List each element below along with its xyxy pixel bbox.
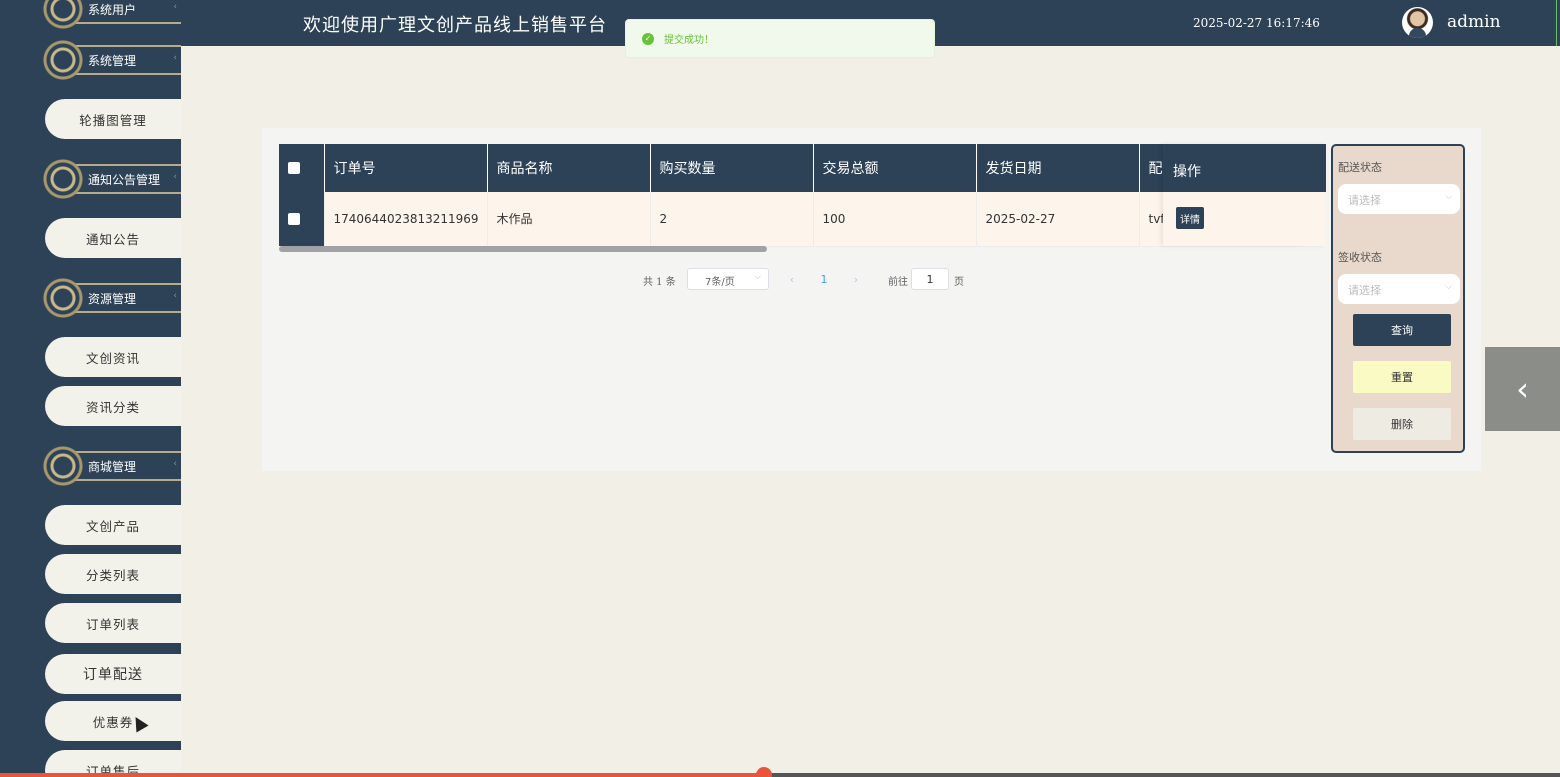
sign-status-select[interactable]: 请选择 ⌵	[1338, 274, 1460, 304]
window-edge	[1556, 0, 1560, 46]
col-ship-date: 发货日期	[976, 144, 1140, 192]
sidebar-item-carousel[interactable]: 轮播图管理	[45, 99, 181, 139]
sidebar-group-notice-management[interactable]: 通知公告管理 ‹	[40, 158, 181, 200]
sidebar-group-system-management[interactable]: 系统管理 ‹	[40, 39, 181, 81]
sidebar-group-system-users[interactable]: 系统用户 ‹	[40, 0, 181, 30]
goto-page-input[interactable]: 1	[911, 268, 949, 290]
reset-button[interactable]: 重置	[1353, 361, 1451, 393]
success-toast: ✓ 提交成功！	[625, 19, 935, 58]
col-total: 交易总额	[813, 144, 977, 192]
delivery-status-select[interactable]: 请选择 ⌵	[1338, 184, 1460, 214]
cell-ship-date: 2025-02-27	[976, 192, 1140, 247]
sidebar-item-products[interactable]: 文创产品	[45, 505, 181, 545]
col-product-name: 商品名称	[487, 144, 651, 192]
progress-fill	[0, 773, 765, 777]
page-title: 欢迎使用广理文创产品线上销售平台	[303, 15, 607, 36]
select-placeholder: 请选择	[1348, 284, 1381, 297]
select-placeholder: 请选择	[1348, 194, 1381, 207]
sidebar-group-label: 商城管理	[88, 460, 137, 474]
cell-order-no: 1740644023813211969	[324, 192, 488, 247]
sidebar-item-order-delivery[interactable]: 订单配送	[45, 654, 181, 694]
sidebar: 系统用户 ‹ 系统管理 ‹ 轮播图管理 通知公告管理 ‹ 通知公告 资源管理 ‹…	[0, 0, 181, 777]
chevron-icon: ‹	[173, 459, 177, 469]
collapse-panel-button[interactable]: ‹	[1485, 347, 1560, 431]
ornament-icon	[40, 445, 86, 487]
ornament-icon	[40, 158, 86, 200]
ornament-icon	[40, 277, 86, 319]
sidebar-item-coupon[interactable]: 优惠券	[45, 701, 181, 741]
cell-product: 木作品	[487, 192, 651, 247]
col-order-no: 订单号	[324, 144, 488, 192]
chevron-down-icon: ⌵	[1445, 282, 1452, 292]
sidebar-item-news-category[interactable]: 资讯分类	[45, 386, 181, 426]
datetime-display: 2025-02-27 16:17:46	[1193, 16, 1320, 30]
page-number[interactable]: 1	[813, 268, 835, 290]
chevron-down-icon: ⌵	[1445, 192, 1452, 202]
delete-button[interactable]: 删除	[1353, 408, 1451, 440]
username[interactable]: admin	[1447, 12, 1501, 32]
select-all-checkbox[interactable]	[288, 162, 300, 174]
sidebar-item-news[interactable]: 文创资讯	[45, 337, 181, 377]
table-row: 1740644023813211969 木作品 2 100 2025-02-27…	[279, 192, 1303, 247]
chevron-icon: ‹	[173, 53, 177, 63]
detail-button[interactable]: 详情	[1176, 207, 1204, 229]
chevron-icon: ‹	[173, 291, 177, 301]
sidebar-item-category-list[interactable]: 分类列表	[45, 554, 181, 594]
sidebar-item-notice[interactable]: 通知公告	[45, 218, 181, 258]
col-actions: 操作	[1163, 144, 1326, 192]
progress-bar[interactable]	[0, 767, 1560, 777]
ornament-icon	[40, 39, 86, 81]
chevron-left-icon: ‹	[1516, 370, 1529, 408]
cell-qty: 2	[650, 192, 814, 247]
sidebar-group-label: 通知公告管理	[88, 173, 161, 187]
ornament-icon	[40, 0, 86, 30]
toast-message: 提交成功！	[664, 35, 714, 46]
cell-total: 100	[813, 192, 977, 247]
table-header-row: 订单号 商品名称 购买数量 交易总额 发货日期 配	[279, 144, 1303, 192]
next-page-button[interactable]: ›	[845, 268, 867, 290]
row-checkbox[interactable]	[288, 213, 300, 226]
avatar[interactable]	[1402, 7, 1433, 38]
row-checkbox-cell[interactable]	[279, 192, 325, 247]
pagination-total: 共 1 条	[643, 277, 676, 288]
fixed-action-column: 操作 详情	[1163, 144, 1326, 246]
page-size-value: 7条/页	[705, 277, 735, 288]
chevron-icon: ‹	[173, 2, 177, 12]
query-button[interactable]: 查询	[1353, 314, 1451, 346]
sidebar-group-resource-management[interactable]: 资源管理 ‹	[40, 277, 181, 319]
col-quantity: 购买数量	[650, 144, 814, 192]
search-panel: 配送状态 请选择 ⌵ 签收状态 请选择 ⌵ 查询 重置 删除	[1331, 144, 1465, 453]
goto-label: 前往	[888, 277, 908, 288]
check-icon: ✓	[642, 32, 654, 45]
sidebar-group-label: 系统用户	[88, 3, 137, 17]
sidebar-group-mall-management[interactable]: 商城管理 ‹	[40, 445, 181, 487]
horizontal-scrollbar[interactable]	[279, 246, 767, 252]
sidebar-group-label: 系统管理	[88, 54, 137, 68]
prev-page-button[interactable]: ‹	[781, 268, 803, 290]
sign-status-label: 签收状态	[1338, 251, 1382, 264]
delivery-status-label: 配送状态	[1338, 161, 1382, 174]
page-size-select[interactable]: 7条/页 ⌵	[687, 268, 769, 290]
select-all-checkbox-cell[interactable]	[279, 144, 325, 192]
progress-knob[interactable]	[756, 767, 773, 777]
chevron-down-icon: ⌵	[754, 272, 761, 282]
sidebar-item-order-list[interactable]: 订单列表	[45, 603, 181, 643]
action-cell: 详情	[1163, 192, 1326, 246]
page-unit-label: 页	[954, 277, 964, 288]
sidebar-group-label: 资源管理	[88, 292, 137, 306]
chevron-icon: ‹	[173, 172, 177, 182]
